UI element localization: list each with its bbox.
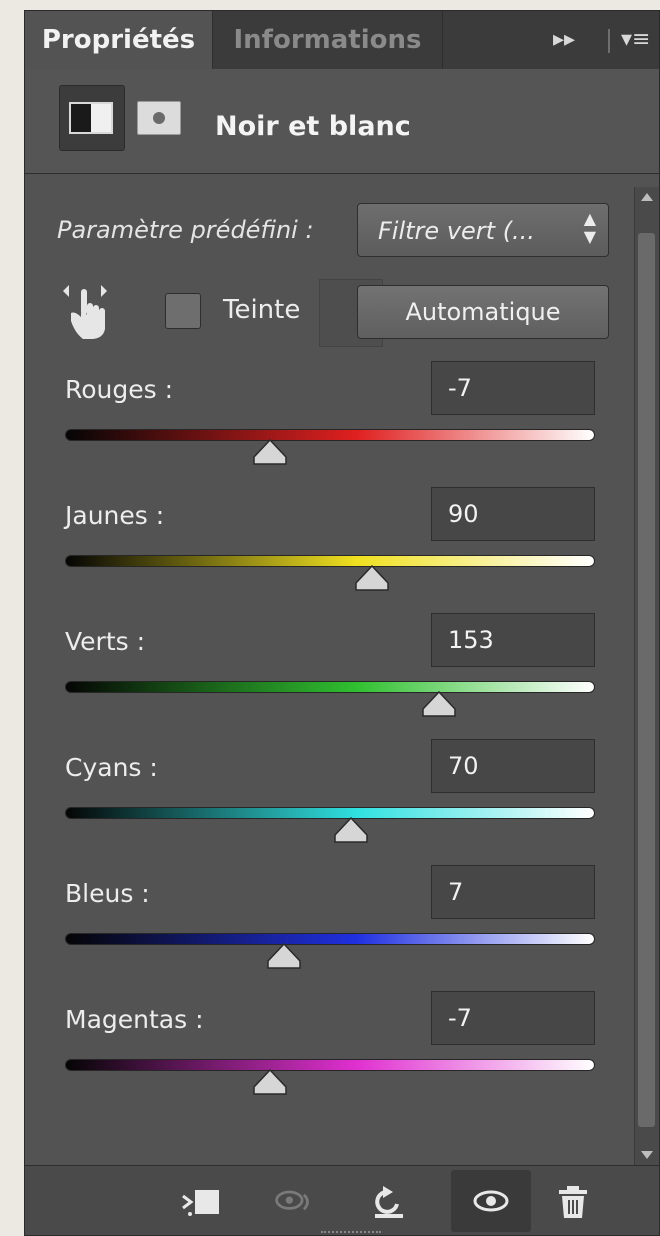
preset-select[interactable]: Filtre vert (... ▲ ▼: [357, 203, 609, 257]
mask-icon[interactable]: [137, 101, 181, 135]
preset-value: Filtre vert (...: [378, 217, 535, 245]
channel-value-input[interactable]: -7: [431, 991, 595, 1045]
channel-label: Bleus :: [65, 879, 150, 908]
auto-button[interactable]: Automatique: [357, 285, 609, 339]
channel-slider-track[interactable]: [65, 555, 595, 567]
view-previous-state-icon[interactable]: [273, 1184, 313, 1220]
targeted-adjustment-hand-icon[interactable]: [61, 283, 109, 341]
slider-thumb[interactable]: [252, 1069, 287, 1095]
panel-footer: [25, 1165, 659, 1235]
preset-label: Paramètre prédéfini :: [57, 216, 314, 244]
reset-icon[interactable]: [369, 1184, 409, 1220]
channel-value-input[interactable]: 70: [431, 739, 595, 793]
channel-label: Jaunes :: [65, 501, 165, 530]
channel-slider-track[interactable]: [65, 807, 595, 819]
channel-row: Rouges : -7: [25, 361, 625, 481]
scroll-thumb[interactable]: [638, 233, 655, 1127]
channel-slider-track[interactable]: [65, 933, 595, 945]
tint-label: Teinte: [223, 295, 301, 325]
channel-row: Bleus : 7: [25, 865, 625, 985]
channel-label: Rouges :: [65, 375, 174, 404]
slider-thumb[interactable]: [334, 817, 368, 843]
select-arrows-icon: ▲ ▼: [583, 209, 596, 246]
tab-information[interactable]: Informations: [213, 11, 443, 69]
slider-thumb[interactable]: [252, 439, 287, 465]
scroll-up-arrow-icon[interactable]: [641, 193, 653, 201]
collapse-panel-icon[interactable]: ▸▸: [553, 11, 575, 69]
channel-label: Magentas :: [65, 1005, 204, 1034]
channel-value-input[interactable]: 7: [431, 865, 595, 919]
channel-slider-track[interactable]: [65, 681, 595, 693]
channel-row: Magentas : -7: [25, 991, 625, 1111]
channel-label: Verts :: [65, 627, 146, 656]
adjustment-title: Noir et blanc: [215, 111, 411, 142]
trash-icon[interactable]: [553, 1184, 593, 1220]
visibility-toggle-button[interactable]: [451, 1170, 531, 1232]
clip-to-layer-icon[interactable]: [181, 1184, 221, 1220]
visibility-eye-icon: [473, 1190, 509, 1212]
black-white-icon: [69, 102, 113, 134]
channel-label: Cyans :: [65, 753, 158, 782]
resize-grip[interactable]: [321, 1231, 381, 1235]
slider-thumb[interactable]: [422, 691, 456, 717]
channel-row: Verts : 153: [25, 613, 625, 733]
tab-properties[interactable]: Propriétés: [25, 11, 213, 69]
channel-row: Jaunes : 90: [25, 487, 625, 607]
adjustment-properties-button[interactable]: [59, 85, 125, 151]
slider-thumb[interactable]: [355, 565, 390, 591]
channel-value-input[interactable]: 90: [431, 487, 595, 541]
channel-value-input[interactable]: -7: [431, 361, 595, 415]
properties-panel: Propriétés Informations ▸▸ ▾≡ Noir et bl…: [24, 10, 660, 1236]
slider-thumb[interactable]: [267, 943, 302, 969]
panel-scrollbar[interactable]: [634, 187, 659, 1165]
tab-separator: [608, 29, 610, 53]
channel-row: Cyans : 70: [25, 739, 625, 859]
adjustment-header: Noir et blanc: [25, 69, 659, 174]
panel-menu-icon[interactable]: ▾≡: [621, 11, 650, 69]
channel-slider-track[interactable]: [65, 1059, 595, 1071]
tint-checkbox[interactable]: [165, 293, 201, 329]
channel-value-input[interactable]: 153: [431, 613, 595, 667]
channel-slider-track[interactable]: [65, 429, 595, 441]
panel-tab-bar: Propriétés Informations ▸▸ ▾≡: [25, 11, 659, 70]
scroll-down-arrow-icon[interactable]: [641, 1151, 653, 1159]
